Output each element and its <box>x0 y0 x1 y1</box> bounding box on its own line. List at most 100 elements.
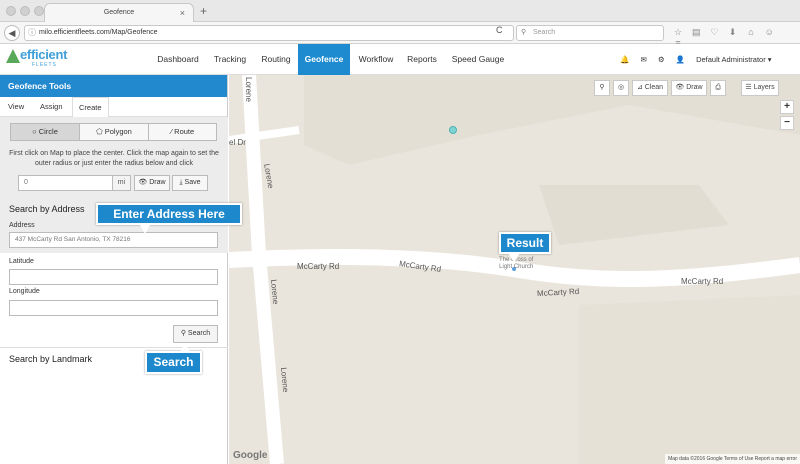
window-zoom-button[interactable] <box>34 6 44 16</box>
shape-route-button[interactable]: ⁄ Route <box>149 124 216 140</box>
el-dr-label: el Dr <box>229 138 246 147</box>
browser-search-placeholder: Search <box>533 29 556 36</box>
search-icon: ⚲ <box>521 29 527 36</box>
map-block <box>579 295 800 464</box>
logo-word: efficient <box>20 47 68 62</box>
save-button[interactable]: ⤓ Save <box>172 175 208 191</box>
map-layers-button[interactable]: ☰ Layers <box>741 80 779 96</box>
bell-icon[interactable]: 🔔 <box>620 44 629 75</box>
gear-icon[interactable]: ⚙ <box>658 44 665 75</box>
header-actions: 🔔 ✉ ⚙ 👤 Default Administrator ▾ <box>620 44 781 75</box>
panel-title: Geofence Tools <box>0 75 227 97</box>
shape-selector: ○ Circle ⬠ Polygon ⁄ Route <box>10 123 217 141</box>
latitude-input[interactable] <box>9 269 218 285</box>
radius-unit: mi <box>113 175 131 191</box>
browser-search-input[interactable]: ⚲ Search <box>516 25 664 41</box>
user-name: Default Administrator ▾ <box>696 55 772 64</box>
address-bar[interactable]: ⓘ milo.efficientfleets.com/Map/Geofence <box>24 25 514 41</box>
browser-navbar: ◀ ⓘ milo.efficientfleets.com/Map/Geofenc… <box>0 22 800 48</box>
pocket-icon[interactable]: ♡ <box>706 27 722 38</box>
church-line-2: Light Church <box>499 264 534 270</box>
map-draw-button[interactable]: 👁 Draw <box>671 80 707 96</box>
efficient-fleets-logo[interactable]: efficient FLEETS <box>6 47 70 71</box>
map-marker-dot <box>449 126 457 134</box>
shape-circle-label: Circle <box>38 127 58 136</box>
nav-workflow[interactable]: Workflow <box>354 44 398 75</box>
shape-polygon-button[interactable]: ⬠ Polygon <box>80 124 149 140</box>
print-icon[interactable]: ⎙ <box>710 80 726 96</box>
new-tab-button[interactable]: + <box>200 4 207 18</box>
window-close-button[interactable] <box>6 6 16 16</box>
nav-speed-gauge[interactable]: Speed Gauge <box>448 44 508 75</box>
back-icon[interactable]: ◀ <box>4 25 20 41</box>
polygon-icon: ⬠ <box>96 127 103 136</box>
zoom-in-button[interactable]: + <box>780 100 794 114</box>
address-label: Address <box>9 222 35 229</box>
latitude-label: Latitude <box>9 258 34 265</box>
radius-input[interactable]: 0 <box>18 175 113 191</box>
result-callout: Result <box>499 232 551 254</box>
mail-icon[interactable]: ✉ <box>640 44 646 75</box>
browser-tab[interactable]: Geofence × <box>44 3 194 22</box>
shape-route-label: Route <box>174 127 195 136</box>
radius-row: 0 mi 👁 Draw ⤓ Save <box>18 175 208 191</box>
user-icon: 👤 <box>675 55 685 64</box>
app-header: efficient FLEETS Dashboard Tracking Rout… <box>0 44 800 75</box>
circle-icon: ○ <box>32 127 37 136</box>
lorene-label-1: Lorene <box>244 77 253 102</box>
window-minimize-button[interactable] <box>20 6 30 16</box>
address-input[interactable]: 437 McCarty Rd San Antonio, TX 78216 <box>9 232 218 248</box>
map-search-icon[interactable]: ⚲ <box>594 80 610 96</box>
mccarty-label-1: McCarty Rd <box>297 262 340 271</box>
draw-button[interactable]: 👁 Draw <box>134 175 170 191</box>
enter-address-callout-tail <box>140 225 150 234</box>
nav-routing[interactable]: Routing <box>256 44 296 75</box>
map-canvas[interactable]: Lorene Lorene Lorene Lorene el Dr McCart… <box>229 75 800 464</box>
zoom-out-button[interactable]: − <box>780 116 794 130</box>
search-callout: Search <box>145 351 202 374</box>
geofence-tools-panel: Geofence Tools View Assign Create ○ Circ… <box>0 75 228 464</box>
map-attribution[interactable]: Map data ©2016 Google Terms of Use Repor… <box>665 454 800 464</box>
nav-reports[interactable]: Reports <box>404 44 440 75</box>
shape-circle-button[interactable]: ○ Circle <box>11 124 80 140</box>
locate-icon[interactable]: ◎ <box>613 80 629 96</box>
enter-address-callout: Enter Address Here <box>96 203 242 225</box>
map-building <box>539 185 729 245</box>
sync-icon[interactable]: ☺ <box>761 27 777 37</box>
search-by-address-heading: Search by Address <box>9 204 85 214</box>
search-callout-tail <box>180 343 190 352</box>
browser-titlebar: Geofence × + <box>0 0 800 22</box>
route-icon: ⁄ <box>170 127 173 136</box>
logo-sub: FLEETS <box>32 62 57 68</box>
tab-view[interactable]: View <box>8 97 24 117</box>
logo-mark-icon <box>6 49 20 63</box>
google-logo: Google <box>233 450 268 461</box>
info-icon[interactable]: ⓘ <box>28 26 36 40</box>
tab-create[interactable]: Create <box>72 97 109 118</box>
nav-tracking[interactable]: Tracking <box>210 44 250 75</box>
panel-tabs: View Assign Create <box>0 97 227 118</box>
home-icon[interactable]: ⌂ <box>743 27 759 37</box>
user-menu[interactable]: 👤 Default Administrator ▾ <box>676 44 781 75</box>
search-by-landmark-heading[interactable]: Search by Landmark <box>9 354 92 364</box>
address-search-button[interactable]: ⚲ Search <box>173 325 218 343</box>
tab-assign[interactable]: Assign <box>40 97 63 117</box>
nav-dashboard[interactable]: Dashboard <box>152 44 204 75</box>
nav-geofence[interactable]: Geofence <box>298 44 350 75</box>
map-toolbar: ⚲ ◎ ⊿ Clean 👁 Draw ⎙ ☰ Layers <box>594 80 794 96</box>
map-clean-button[interactable]: ⊿ Clean <box>632 80 668 96</box>
download-icon[interactable]: ⬇ <box>725 27 741 38</box>
result-callout-tail <box>509 254 519 263</box>
bookmark-star-icon[interactable]: ☆ <box>670 27 686 38</box>
create-instructions: First click on Map to place the center. … <box>9 150 219 167</box>
url-text: milo.efficientfleets.com/Map/Geofence <box>39 29 158 36</box>
reading-list-icon[interactable]: ▤ <box>688 27 704 38</box>
tab-close-icon[interactable]: × <box>180 4 185 22</box>
browser-toolbar-icons: ☆ ▤ ♡ ⬇ ⌂ ☺ ≡ <box>670 27 795 48</box>
panel-divider <box>0 347 228 348</box>
reload-icon[interactable]: C <box>496 25 503 35</box>
mccarty-label-4: McCarty Rd <box>681 277 724 286</box>
longitude-input[interactable] <box>9 300 218 316</box>
shape-polygon-label: Polygon <box>104 127 132 136</box>
tab-title: Geofence <box>103 9 135 16</box>
